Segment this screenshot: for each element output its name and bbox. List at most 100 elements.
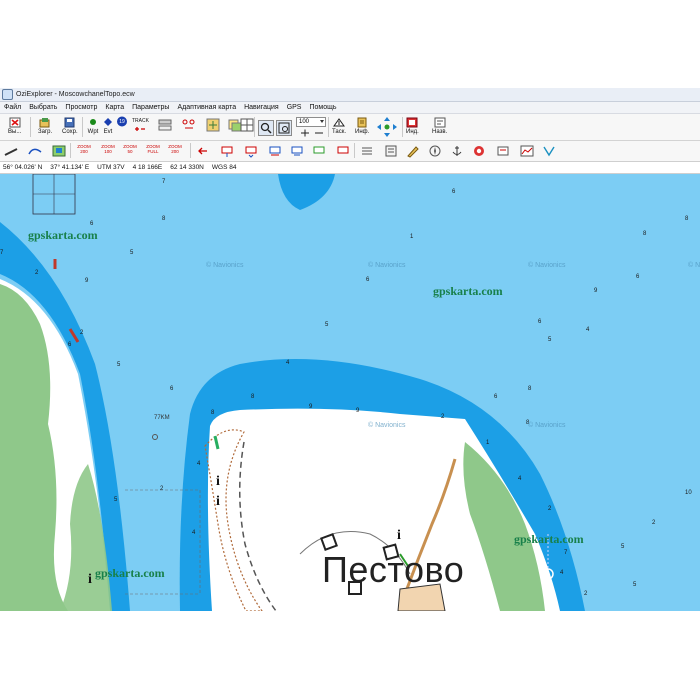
zoom-out-icon[interactable] xyxy=(314,129,324,137)
depth-sounding: 4 xyxy=(560,570,564,576)
toolbar-separator xyxy=(402,117,403,137)
event-button[interactable]: Evt xyxy=(102,117,114,135)
lifebuoy-icon[interactable] xyxy=(472,144,486,158)
app-icon xyxy=(2,89,13,100)
chevron-down-icon xyxy=(320,120,324,123)
zoom-level-select[interactable]: 100 xyxy=(296,117,326,127)
grid-toggle-icon[interactable] xyxy=(240,118,254,132)
depth-sounding: 8 xyxy=(211,410,215,416)
data-panel-icon[interactable] xyxy=(496,144,510,158)
brand-watermark: gpskarta.com xyxy=(95,566,165,580)
waypoint-count-badge[interactable]: 19 xyxy=(116,116,128,127)
zoom-200-alt-button[interactable]: ZOOM 200 xyxy=(167,144,183,154)
brand-watermark: gpskarta.com xyxy=(433,284,503,298)
indicator-button[interactable]: Инд. xyxy=(406,117,419,135)
navionics-watermark: © Navionics xyxy=(528,422,566,429)
map-canvas[interactable] xyxy=(0,174,700,611)
depth-sounding: 6 xyxy=(494,394,498,400)
load-button[interactable]: Загр. xyxy=(38,117,52,135)
menu-gps[interactable]: GPS xyxy=(283,104,306,111)
info-marker-icon[interactable]: i xyxy=(216,474,220,490)
depth-sounding: 5 xyxy=(548,337,552,343)
zoom-in-icon[interactable] xyxy=(300,129,310,137)
depth-sounding: 4 xyxy=(197,461,201,467)
task-button[interactable]: Таск. xyxy=(332,117,346,135)
move-map-icon[interactable] xyxy=(206,118,220,132)
track-send-icon[interactable] xyxy=(312,144,326,158)
nmea-icon[interactable] xyxy=(360,144,374,158)
waypoint-button[interactable]: Wpt xyxy=(87,117,99,135)
info-marker-icon[interactable]: i xyxy=(397,528,401,544)
info-icon xyxy=(357,117,367,128)
menu-options[interactable]: Параметры xyxy=(128,104,173,111)
toolbar-separator xyxy=(328,117,329,137)
zoom-50-button[interactable]: ZOOM 50 xyxy=(122,144,138,154)
zoom-box-icon[interactable] xyxy=(276,120,292,136)
signal-icon[interactable] xyxy=(542,144,556,158)
name-button[interactable]: Назв. xyxy=(432,117,447,135)
info-marker-icon[interactable]: i xyxy=(216,494,220,510)
map-view[interactable]: 7 6 8 6 8 5 8 1 7 6 2 6 9 9 5 6 4 6 2 5 … xyxy=(0,174,700,611)
depth-sounding: 8 xyxy=(643,231,647,237)
longitude-readout: 37° 41.134' E xyxy=(50,164,90,171)
depth-sounding: 8 xyxy=(528,386,532,392)
menu-map[interactable]: Карта xyxy=(101,104,128,111)
depth-sounding: 6 xyxy=(366,277,370,283)
depth-sounding: 7 xyxy=(162,179,166,185)
depth-sounding: 2 xyxy=(584,591,588,597)
info-button[interactable]: Инф. xyxy=(355,117,369,135)
depth-sounding: 9 xyxy=(356,408,360,414)
map-window-icon[interactable] xyxy=(52,144,66,158)
navionics-watermark: © Navionics xyxy=(528,262,566,269)
anchor-icon[interactable] xyxy=(450,144,464,158)
depth-sounding: 10 xyxy=(685,490,692,496)
town-label: Пестово xyxy=(322,549,465,590)
menu-help[interactable]: Помощь xyxy=(305,104,340,111)
navionics-watermark: © Navionics xyxy=(368,262,406,269)
track-edit-icon[interactable] xyxy=(158,118,172,132)
navionics-watermark: © Navionics xyxy=(206,262,244,269)
depth-sounding: 4 xyxy=(586,327,590,333)
waypoint-send-icon[interactable] xyxy=(220,144,234,158)
compass-icon[interactable] xyxy=(428,144,442,158)
depth-sounding: 2 xyxy=(441,414,445,420)
depth-sounding: 4 xyxy=(286,360,290,366)
ruler-icon[interactable] xyxy=(4,144,18,158)
depth-sounding: 5 xyxy=(325,322,329,328)
depth-sounding: 6 xyxy=(452,189,456,195)
menu-file[interactable]: Файл xyxy=(0,104,25,111)
arrow-left-icon[interactable] xyxy=(196,144,210,158)
waypoint-receive-icon[interactable] xyxy=(244,144,258,158)
depth-sounding: 6 xyxy=(90,221,94,227)
depth-sounding: 2 xyxy=(35,270,39,276)
navionics-watermark: © Navionics xyxy=(688,262,700,269)
track-log-icon[interactable] xyxy=(28,144,42,158)
secondary-toolbar: ZOOM 200 ZOOM 100 ZOOM 50 ZOOM FULL ZOOM… xyxy=(0,141,700,162)
zoom-200-button[interactable]: ZOOM 200 xyxy=(76,144,92,154)
info-marker-icon[interactable]: i xyxy=(88,572,92,588)
pencil-icon[interactable] xyxy=(406,144,420,158)
building xyxy=(320,533,338,551)
toolbar-separator xyxy=(190,143,191,158)
track-button[interactable]: TRACK xyxy=(132,117,149,135)
menu-navigation[interactable]: Навигация xyxy=(240,104,283,111)
open-folder-icon xyxy=(39,118,50,128)
menu-view[interactable]: Просмотр xyxy=(61,104,101,111)
gps-data-icon[interactable] xyxy=(384,144,398,158)
exit-button[interactable]: Вы... xyxy=(8,117,21,135)
track-receive-icon[interactable] xyxy=(336,144,350,158)
zoom-full-button[interactable]: ZOOM FULL xyxy=(145,144,161,154)
elevation-graph-icon[interactable] xyxy=(520,144,534,158)
indicator-icon xyxy=(406,117,418,128)
zoom-100-button[interactable]: ZOOM 100 xyxy=(100,144,116,154)
depth-sounding: 1 xyxy=(410,234,414,240)
magnifier-icon[interactable] xyxy=(258,120,274,136)
menu-select[interactable]: Выбрать xyxy=(25,104,61,111)
route-receive-icon[interactable] xyxy=(290,144,304,158)
pan-arrows-icon[interactable] xyxy=(376,116,398,138)
save-button[interactable]: Сохр. xyxy=(62,117,78,135)
route-send-icon[interactable] xyxy=(268,144,282,158)
menu-adaptive-map[interactable]: Адаптивная карта xyxy=(173,104,240,111)
menu-bar: Файл Выбрать Просмотр Карта Параметры Ад… xyxy=(0,102,700,114)
route-tool-icon[interactable] xyxy=(182,118,196,132)
